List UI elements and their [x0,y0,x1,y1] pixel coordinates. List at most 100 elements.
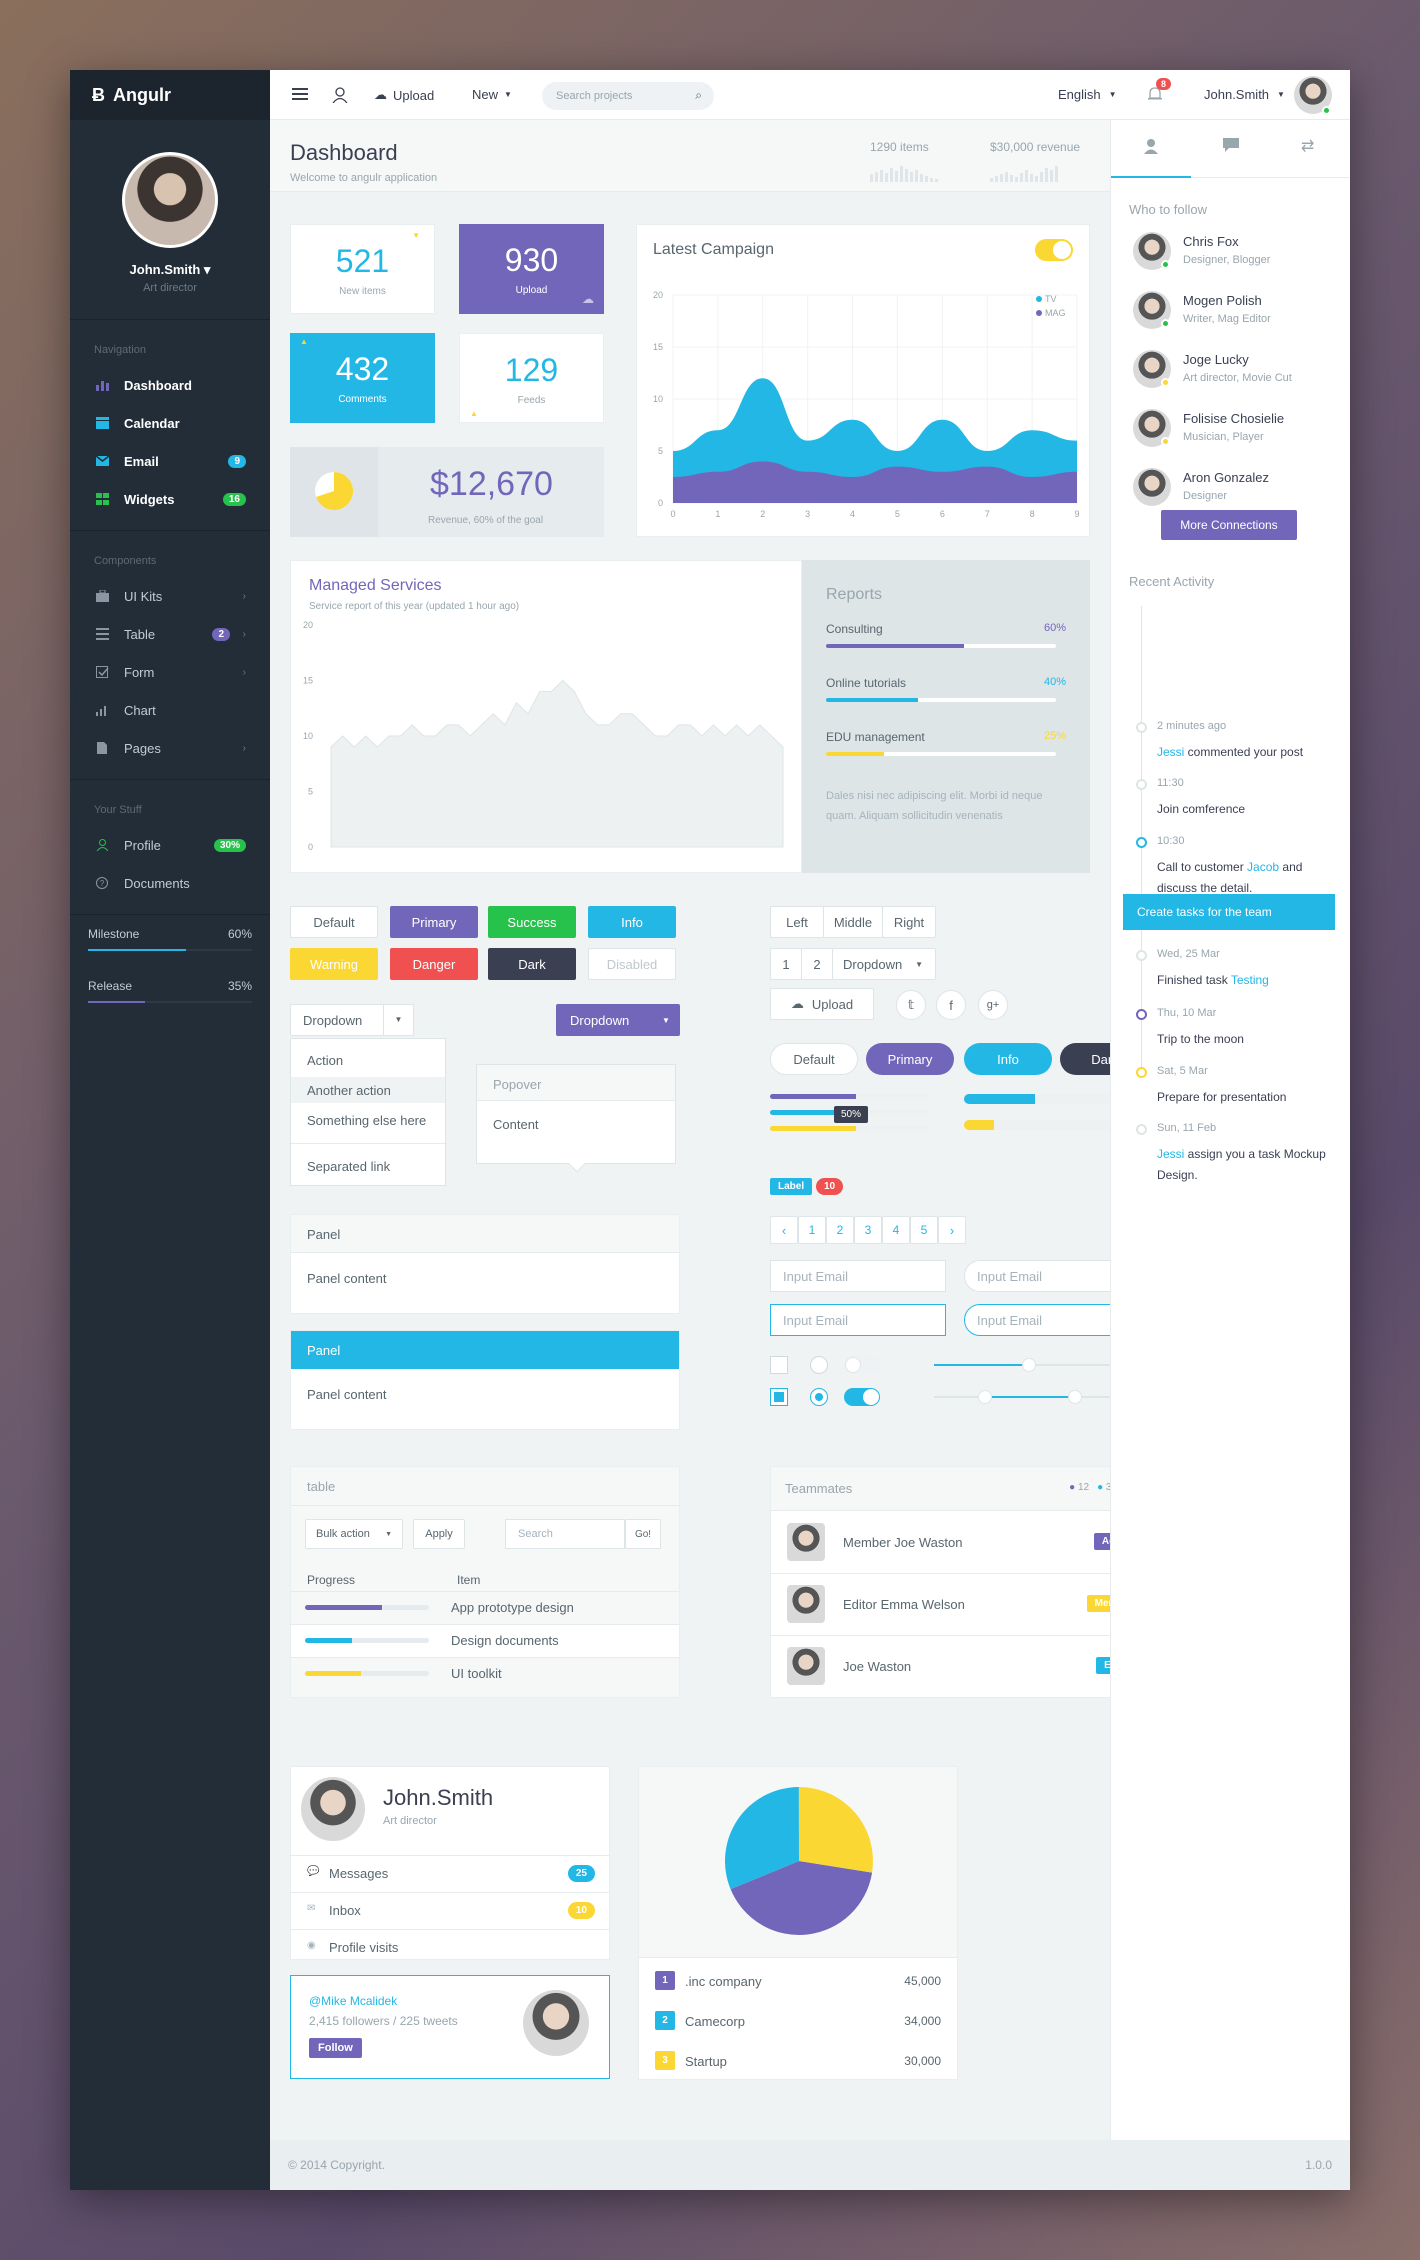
brand[interactable]: Ƀ Angulr [70,70,270,120]
campaign-toggle[interactable] [1035,239,1073,261]
tab-messages[interactable] [1191,120,1271,178]
facebook-icon[interactable]: f [936,990,966,1020]
milestone-progress: Milestone 60% [70,915,270,951]
person-name[interactable]: Folisise Chosielie [1183,411,1284,426]
google-plus-icon[interactable]: g+ [978,990,1008,1020]
table-search-input[interactable]: Search [505,1519,625,1549]
teammate-name[interactable]: Editor Emma Welson [843,1597,965,1612]
activity-link[interactable]: Jessi [1157,745,1184,759]
more-connections-button[interactable]: More Connections [1161,510,1297,540]
follow-button[interactable]: Follow [309,2038,362,2058]
upload-button[interactable]: ☁ Upload [770,988,874,1020]
page-button[interactable]: 2 [826,1216,854,1244]
toggle-off[interactable] [844,1356,880,1374]
avatar[interactable] [301,1777,365,1841]
sidebar-item-widgets[interactable]: Widgets 16 [70,480,270,518]
default-pill-button[interactable]: Default [770,1043,858,1075]
user-icon[interactable] [332,87,348,106]
profile-name[interactable]: John.Smith ▾ [70,262,270,278]
page-button[interactable]: 4 [882,1216,910,1244]
page-button[interactable]: 1 [798,1216,826,1244]
menu-item-another[interactable]: Another action [307,1083,391,1098]
dropdown-button[interactable]: Dropdown ▼ [832,948,936,980]
primary-pill-button[interactable]: Primary [866,1043,954,1075]
sidebar-item-dashboard[interactable]: Dashboard [70,366,270,404]
profile-item-label[interactable]: Messages [329,1866,388,1881]
tile-feeds[interactable]: 129 Feeds ▲ [459,333,604,423]
prev-page-button[interactable]: ‹ [770,1216,798,1244]
tab-profile[interactable] [1111,120,1191,178]
x-tick-label: 3 [805,509,810,519]
sidebar-item-form[interactable]: Form › [70,653,270,691]
bulk-action-select[interactable]: Bulk action ▼ [305,1519,403,1549]
menu-item-action[interactable]: Action [307,1053,343,1068]
go-button[interactable]: Go! [625,1519,661,1549]
menu-item-something[interactable]: Something else here [307,1113,426,1128]
left-button[interactable]: Left [770,906,824,938]
stuff-header: Your Stuff [94,804,142,816]
sidebar-item-ui-kits[interactable]: UI Kits › [70,577,270,615]
info-button[interactable]: Info [588,906,676,938]
tab-activity[interactable]: ⇄ [1271,120,1350,178]
warning-button[interactable]: Warning [290,948,378,980]
sidebar-item-profile[interactable]: Profile 30% [70,826,270,864]
sidebar-item-table[interactable]: Table 2 › [70,615,270,653]
person-name[interactable]: Mogen Polish [1183,293,1262,308]
upload-button[interactable]: ☁ Upload [374,87,434,103]
primary-button[interactable]: Primary [390,906,478,938]
tile-new-items[interactable]: 521 New items ▼ [290,224,435,314]
menu-icon[interactable] [292,88,308,103]
next-page-button[interactable]: › [938,1216,966,1244]
twitter-handle[interactable]: @Mike Mcalidek [309,1994,397,2008]
avatar[interactable] [1133,468,1171,506]
sidebar-item-calendar[interactable]: Calendar [70,404,270,442]
page-button[interactable]: 5 [910,1216,938,1244]
page-title: Dashboard [290,140,398,165]
avatar[interactable] [122,152,218,248]
middle-button[interactable]: Middle [823,906,883,938]
checkbox-checked[interactable] [770,1388,788,1406]
info-pill-button[interactable]: Info [964,1043,1052,1075]
right-button[interactable]: Right [882,906,936,938]
apply-button[interactable]: Apply [413,1519,465,1549]
y-tick-label: 5 [308,787,313,797]
activity-link[interactable]: Testing [1231,973,1269,987]
sidebar-item-chart[interactable]: Chart [70,691,270,729]
radio-checked[interactable] [810,1388,828,1406]
default-button[interactable]: Default [290,906,378,938]
radio[interactable] [810,1356,828,1374]
email-input-focused[interactable]: Input Email [770,1304,946,1336]
twitter-icon[interactable]: 𝕥 [896,990,926,1020]
page-2-button[interactable]: 2 [801,948,833,980]
person-name[interactable]: Chris Fox [1183,234,1239,249]
sidebar-item-email[interactable]: Email 9 [70,442,270,480]
tile-upload[interactable]: 930 Upload ☁ [459,224,604,314]
teammate-name[interactable]: Member Joe Waston [843,1535,962,1550]
dropdown-button[interactable]: Dropdown ▼ [290,1004,414,1036]
email-input[interactable]: Input Email [770,1260,946,1292]
primary-dropdown-button[interactable]: Dropdown ▼ [556,1004,680,1036]
menu-item-separated[interactable]: Separated link [307,1159,390,1174]
page-1-button[interactable]: 1 [770,948,802,980]
tile-comments[interactable]: 432 Comments ▲ [290,333,435,423]
person-name[interactable]: Aron Gonzalez [1183,470,1269,485]
activity-link[interactable]: Jessi [1157,1147,1184,1161]
dark-button[interactable]: Dark [488,948,576,980]
checkbox[interactable] [770,1356,788,1374]
new-dropdown[interactable]: New ▼ [472,87,512,102]
user-menu[interactable]: John.Smith ▼ [1204,87,1285,102]
profile-item-label[interactable]: Inbox [329,1903,361,1918]
sidebar-item-pages[interactable]: Pages › [70,729,270,767]
toggle-on[interactable] [844,1388,880,1406]
search-input[interactable]: Search projects ⌕ [542,82,714,110]
language-dropdown[interactable]: English ▼ [1058,87,1117,102]
page-button[interactable]: 3 [854,1216,882,1244]
sidebar-item-documents[interactable]: ? Documents [70,864,270,902]
activity-link[interactable]: Jacob [1247,860,1279,874]
success-button[interactable]: Success [488,906,576,938]
teammate-name[interactable]: Joe Waston [843,1659,911,1674]
profile-item-label[interactable]: Profile visits [329,1940,398,1955]
person-name[interactable]: Joge Lucky [1183,352,1249,367]
danger-button[interactable]: Danger [390,948,478,980]
tile-revenue[interactable]: $12,670 Revenue, 60% of the goal [290,447,604,537]
